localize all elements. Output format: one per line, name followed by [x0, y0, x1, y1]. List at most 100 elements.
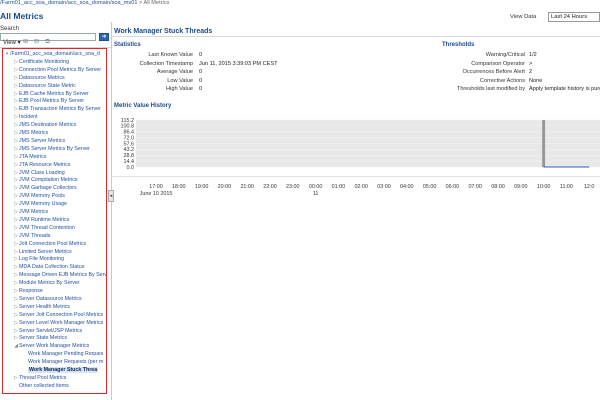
tree-item-label: Server Datasource Metrics — [19, 295, 82, 302]
tree-item-label: Response — [19, 288, 43, 294]
kv-value: 2 — [529, 69, 533, 76]
x-tick-label: 18:00 — [172, 184, 186, 190]
tree-item[interactable]: ▷JMS Destination Metrics — [13, 121, 76, 129]
tree-item-label: JVM Memory Pools — [19, 193, 65, 200]
tree-item-label: EJB Pool Metrics By Server — [19, 98, 85, 105]
series-start-marker — [542, 120, 546, 167]
tree-item-label: JVM Compilation Metrics — [19, 177, 78, 184]
tree-item[interactable]: ▷Limited Server Metrics — [13, 248, 72, 256]
tree-item[interactable]: ▷JTA Metrics — [13, 153, 46, 161]
tree-item[interactable]: ▷Server Jolt Connection Pool Metrics — [13, 311, 103, 319]
tree-item[interactable]: Other collected items — [13, 382, 69, 390]
tree-item-label: EJB Transaction Metrics By Server — [19, 106, 101, 113]
tree-item-label: JVM Runtime Metrics — [19, 216, 70, 223]
tree-item[interactable]: Work Manager Requests (per m — [22, 358, 103, 366]
view-data-label: View Data — [510, 14, 537, 20]
tree-item[interactable]: ▷Incident — [13, 113, 38, 121]
tree-item[interactable]: ▷JVM Metrics — [13, 208, 48, 216]
kv-value: 0 — [199, 52, 203, 58]
tree-item-selected[interactable]: Work Manager Stuck Threa — [22, 366, 99, 374]
kv-value: 0 — [199, 77, 203, 84]
tree-item[interactable]: ▷Certificate Monitoring — [13, 58, 69, 66]
x-tick-label: 08:00 — [491, 184, 505, 190]
x-tick-label: 07:00 — [468, 184, 482, 190]
tree-item[interactable]: ▷EJB Cache Metrics By Server — [13, 90, 89, 98]
tree-item[interactable]: ▷JVM Garbage Collectors — [13, 184, 77, 192]
x-tick-label: 17:00 — [149, 184, 163, 190]
tree-item[interactable]: ▷Log File Monitoring — [13, 255, 64, 263]
x-tick-label: 21:00 — [240, 184, 254, 190]
tree-item[interactable]: ▾/Farm01_acc_soa_domain/acc_soa_d — [4, 50, 100, 58]
kv-value: 0 — [199, 86, 203, 93]
x-tick-label: 02:00 — [354, 184, 368, 190]
header-divider — [111, 36, 600, 37]
expand-all-icon[interactable]: ⊞ — [22, 39, 29, 46]
tree-item[interactable]: ▷Datasource State Metric — [13, 82, 76, 90]
tree-item[interactable]: ▷JVM Compilation Metrics — [13, 176, 78, 184]
tree-item[interactable]: ▷JTA Resource Metrics — [13, 161, 70, 169]
tree-item[interactable]: ▷Server State Metrics — [13, 334, 67, 342]
collapse-all-icon[interactable]: ⊟ — [33, 39, 40, 46]
tree-item-label: JMS Server Metrics — [19, 137, 66, 144]
tree-item-label: Server Health Metrics — [19, 303, 70, 310]
tree-item-label: Server Work Manager Metrics — [19, 343, 90, 350]
kv-value: > — [529, 60, 533, 67]
x-tick-label: 12:0 — [584, 184, 595, 190]
thresholds-title: Thresholds — [442, 42, 475, 48]
tree-item[interactable]: Work Manager Pending Reques — [22, 350, 103, 358]
tree-item[interactable]: ▷Server Datasource Metrics — [13, 295, 82, 303]
tree-item[interactable]: ▷JMS Metrics — [13, 129, 48, 137]
tree-item[interactable]: ▷JVM Memory Usage — [13, 200, 67, 208]
metric-history-chart: 115.2 100.8 86.4 72.0 57.6 43.2 28.8 14.4 0.0 17:… — [114, 110, 600, 202]
tree-item-label: Server Level Work Manager Metrics — [19, 319, 104, 326]
kv-label: Thresholds last modified by — [456, 86, 525, 93]
tree-item[interactable]: ▷Server Servlet/JSP Metrics — [13, 327, 82, 335]
tree-item-label: Connection Pool Metrics By Server — [19, 66, 102, 73]
view-data-value: Last 24 Hours — [551, 14, 588, 20]
tree-item[interactable]: ◢Server Work Manager Metrics — [13, 342, 89, 350]
tree-item[interactable]: ▷JVM Runtime Metrics — [13, 216, 69, 224]
chart-svg: 115.2100.886.472.057.643.228.814.40.017:… — [121, 118, 600, 197]
kv-label: Warning/Critical — [485, 52, 525, 58]
tree-item-label: Work Manager Pending Reques — [28, 351, 104, 358]
tree-item-label: Work Manager Stuck Threa — [28, 367, 99, 373]
x-tick-label: 23:00 — [286, 184, 300, 190]
tree-item-label: MDA Data Collection Status — [19, 264, 85, 271]
breadcrumb-target-link[interactable]: /Farm01_acc_soa_domain/acc_soa_domain/so… — [0, 0, 137, 6]
x-tick-label: 03:00 — [377, 184, 391, 190]
kv-label: Last Known Value — [148, 52, 193, 58]
tree-item[interactable]: ▷JVM Class Loading — [13, 169, 65, 177]
kv-label: Low Value — [167, 77, 193, 84]
tree-item[interactable]: ▷Connection Pool Metrics By Server — [13, 66, 101, 74]
tree-item[interactable]: ▷EJB Transaction Metrics By Server — [13, 105, 101, 113]
tree-item[interactable]: ▷JVM Thread Contention — [13, 224, 75, 232]
tree-item[interactable]: ▷Module Metrics By Server — [13, 279, 80, 287]
tree-item-label: Server State Metrics — [19, 335, 67, 342]
x-date-label: 11 — [313, 191, 319, 197]
tree-item[interactable]: ▷Thread Pool Metrics — [13, 374, 66, 382]
kv-label: Occurrences Before Alert — [462, 69, 526, 76]
panel-splitter[interactable] — [111, 22, 112, 400]
tree-item[interactable]: ▷JMS Server Metrics By Server — [13, 145, 90, 153]
view-menu[interactable]: View ▾ — [3, 39, 21, 46]
tree-item[interactable]: ▷JVM Memory Pools — [13, 192, 65, 200]
detach-icon[interactable]: ⧉ — [44, 39, 51, 46]
tree-item-label: Server Jolt Connection Pool Metrics — [19, 311, 104, 318]
tree-item[interactable]: ▷Jolt Connection Pool Metrics — [13, 240, 86, 248]
view-data-select[interactable]: Last 24 Hours — [548, 12, 600, 22]
tree-item[interactable]: ▷Message Driven EJB Metrics By Serv — [13, 271, 106, 279]
tree-item-label: Incident — [19, 114, 38, 121]
tree-item[interactable]: ▷Response — [13, 287, 43, 295]
tree-item[interactable]: ▷JVM Threads — [13, 232, 50, 240]
tree-item[interactable]: ▷Server Health Metrics — [13, 303, 70, 311]
kv-label: Corrective Actions — [479, 77, 525, 84]
tree-item-label: Server Servlet/JSP Metrics — [19, 327, 83, 334]
tree-item-label: Log File Monitoring — [19, 256, 65, 263]
tree-item-label: JTA Resource Metrics — [19, 161, 71, 168]
tree-item[interactable]: ▷JMS Server Metrics — [13, 137, 65, 145]
breadcrumb-current: All Metrics — [143, 0, 170, 6]
tree-item[interactable]: ▷Datasource Metrics — [13, 74, 65, 82]
tree-item[interactable]: ▷EJB Pool Metrics By Server — [13, 97, 84, 105]
tree-item[interactable]: ▷Server Level Work Manager Metrics — [13, 319, 103, 327]
tree-item[interactable]: ▷MDA Data Collection Status — [13, 263, 84, 271]
